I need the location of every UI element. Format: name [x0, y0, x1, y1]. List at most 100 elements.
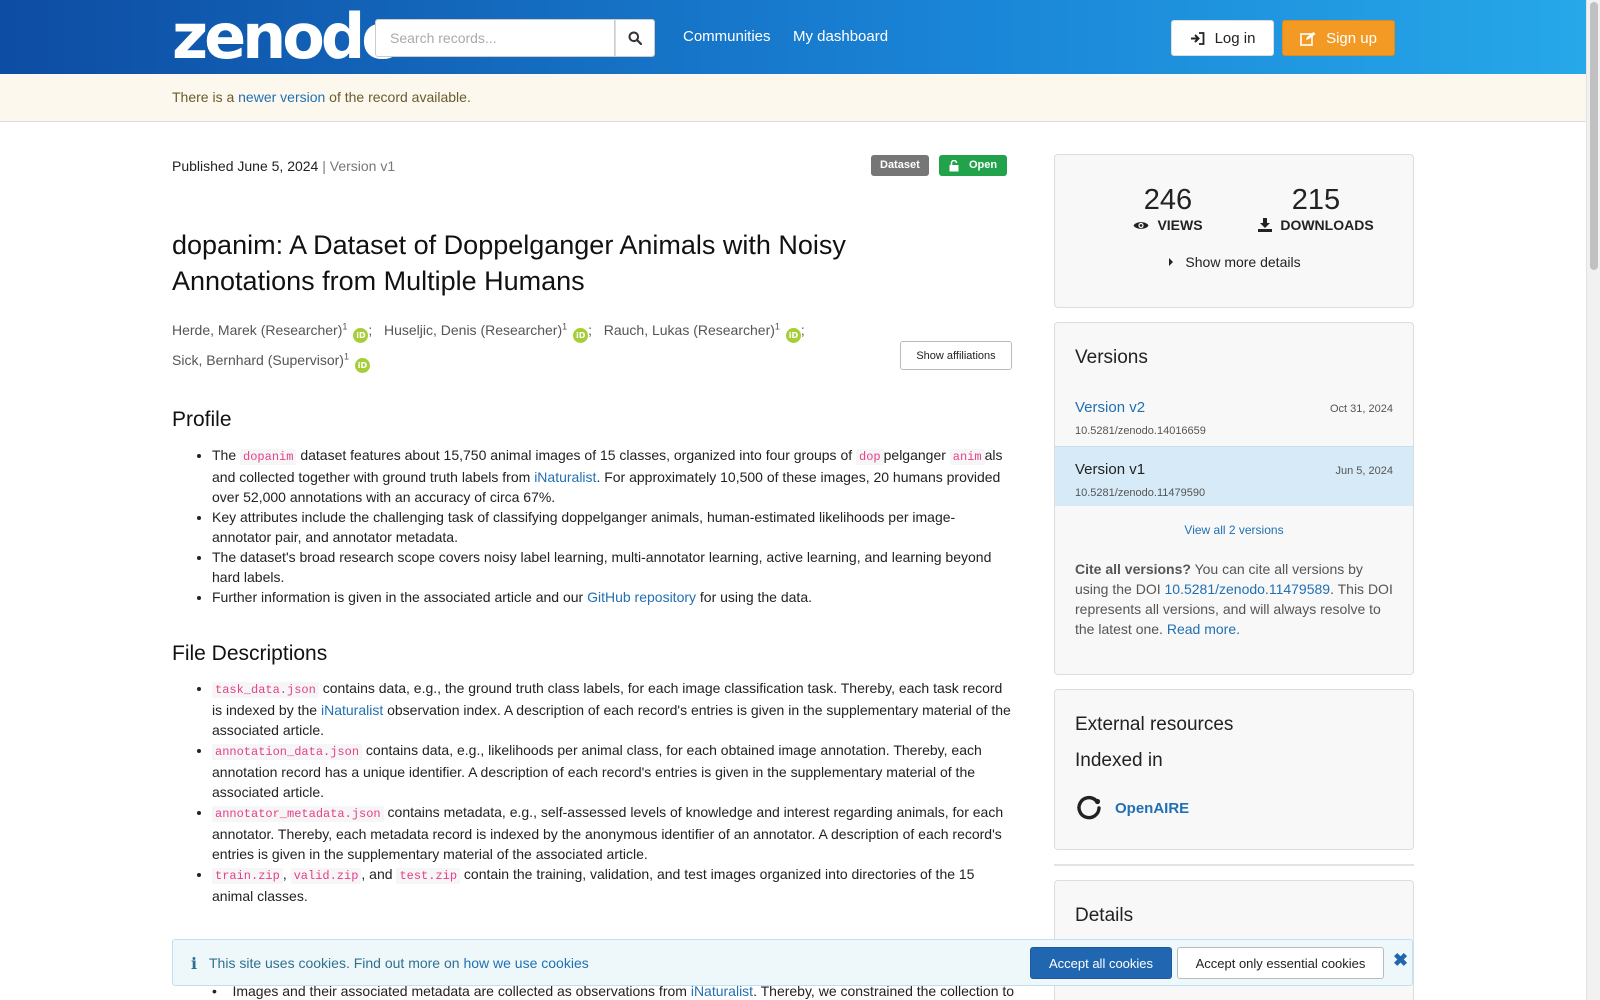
- accept-all-cookies-button[interactable]: Accept all cookies: [1030, 947, 1172, 979]
- cite-all-versions: Cite all versions? You can cite all vers…: [1075, 561, 1393, 637]
- orcid-icon[interactable]: iD: [354, 358, 370, 374]
- downloads-stat: 215 DOWNLOADS: [1251, 185, 1381, 233]
- access-badge: Open: [939, 155, 1007, 176]
- list-item: Key attributes include the challenging t…: [212, 507, 1012, 547]
- author-list: Herde, Marek (Researcher)1iD; Huseljic, …: [172, 313, 832, 374]
- openaire-icon: [1077, 795, 1101, 820]
- inaturalist-link[interactable]: iNaturalist: [321, 702, 383, 718]
- resource-type-badge: Dataset: [871, 155, 929, 176]
- orcid-icon[interactable]: iD: [785, 327, 801, 343]
- views-count: 246: [1143, 184, 1193, 216]
- show-more-details-label: Show more details: [1185, 254, 1301, 270]
- inline-code: dopanim: [240, 449, 297, 465]
- newer-version-link[interactable]: newer version: [238, 89, 325, 105]
- affiliation-number: 1: [342, 321, 348, 331]
- downloads-label: DOWNLOADS: [1280, 217, 1374, 233]
- list-item: annotation_data.json contains data, e.g.…: [212, 740, 1012, 802]
- record-title: dopanim: A Dataset of Doppelganger Anima…: [172, 230, 846, 296]
- version-link[interactable]: Version v2: [1075, 399, 1145, 416]
- external-resources-heading: External resources: [1075, 714, 1234, 735]
- inline-code: train.zip: [212, 868, 283, 884]
- search-button[interactable]: [615, 19, 655, 57]
- author[interactable]: Rauch, Lukas (Researcher)1 iD;: [603, 321, 805, 343]
- info-icon: i: [191, 954, 198, 973]
- openaire-label: OpenAIRE: [1115, 799, 1190, 817]
- nav-my-dashboard[interactable]: My dashboard: [793, 28, 888, 45]
- inaturalist-link[interactable]: iNaturalist: [534, 469, 596, 485]
- version-date: Jun 5, 2024: [1335, 465, 1394, 477]
- author[interactable]: Huseljic, Denis (Researcher)1 iD;: [384, 321, 593, 343]
- inline-code: annotation_data.json: [212, 744, 363, 760]
- inline-code: anim: [949, 449, 985, 465]
- github-repository-link[interactable]: GitHub repository: [587, 589, 696, 605]
- site-header: zenodo Communities My dashboard Log in S…: [0, 0, 1586, 74]
- author-name: Rauch, Lukas (Researcher): [603, 321, 775, 338]
- author[interactable]: Herde, Marek (Researcher)1 iD;: [172, 321, 373, 343]
- list-item: The dataset's broad research scope cover…: [212, 547, 1012, 587]
- search-bar: [375, 19, 655, 57]
- banner-text: There is a newer version of the record a…: [172, 89, 471, 105]
- external-resources-card: External resources Indexed in OpenAIRE: [1054, 689, 1414, 850]
- author-name: Herde, Marek (Researcher): [172, 321, 343, 338]
- search-input[interactable]: [375, 19, 615, 57]
- view-all-versions-link[interactable]: View all 2 versions: [1055, 523, 1413, 537]
- cookie-policy-link[interactable]: how we use cookies: [463, 955, 588, 971]
- banner-suffix: of the record available.: [325, 89, 471, 105]
- divider: [1054, 864, 1414, 866]
- zenodo-logo[interactable]: zenodo: [172, 6, 404, 68]
- affiliation-number: 1: [343, 351, 349, 362]
- login-label: Log in: [1214, 29, 1256, 47]
- version-label: | Version v1: [318, 158, 396, 174]
- list-item: Further information is given in the asso…: [212, 587, 1012, 607]
- orcid-icon[interactable]: iD: [573, 327, 589, 343]
- page-scrollbar[interactable]: [1586, 0, 1600, 1000]
- views-label: VIEWS: [1157, 217, 1203, 233]
- author-separator: ;: [800, 321, 805, 338]
- version-row[interactable]: Version v2 Oct 31, 2024 10.5281/zenodo.1…: [1055, 385, 1413, 445]
- versions-heading: Versions: [1075, 347, 1148, 368]
- versions-card: Versions Version v2 Oct 31, 2024 10.5281…: [1054, 322, 1414, 675]
- file-descriptions-list: task_data.json contains data, e.g., the …: [212, 678, 1012, 906]
- unlock-icon: [949, 159, 959, 171]
- version-date: Oct 31, 2024: [1330, 403, 1393, 415]
- version-row-current[interactable]: Version v1 Jun 5, 2024 10.5281/zenodo.11…: [1055, 446, 1413, 506]
- newer-version-banner: There is a newer version of the record a…: [0, 74, 1586, 122]
- banner-prefix: There is a: [172, 89, 239, 105]
- cite-heading: Cite all versions?: [1075, 561, 1191, 577]
- caret-right-icon: [1169, 258, 1174, 266]
- nav-communities[interactable]: Communities: [683, 28, 771, 45]
- login-button[interactable]: Log in: [1171, 20, 1274, 56]
- concept-doi-link[interactable]: 10.5281/zenodo.11479589: [1165, 581, 1331, 597]
- search-icon: [628, 31, 642, 45]
- inline-code: task_data.json: [212, 682, 319, 698]
- accept-essential-cookies-button[interactable]: Accept only essential cookies: [1177, 947, 1384, 979]
- openaire-link[interactable]: OpenAIRE: [1075, 794, 1189, 822]
- list-item: The dopanim dataset features about 15,75…: [212, 445, 1012, 507]
- author-separator: ;: [368, 321, 373, 338]
- cookie-message: This site uses cookies. Find out more on…: [209, 955, 589, 971]
- profile-list: The dopanim dataset features about 15,75…: [212, 445, 1012, 607]
- close-icon[interactable]: ✖: [1393, 950, 1408, 971]
- stats-card: 246 VIEWS 215 DOWNLOADS Show more detail…: [1054, 154, 1414, 308]
- inline-code: dop: [856, 449, 884, 465]
- read-more-link[interactable]: Read more.: [1167, 621, 1240, 637]
- author-separator: ;: [588, 321, 593, 338]
- signup-button[interactable]: Sign up: [1282, 20, 1395, 56]
- show-more-details-toggle[interactable]: Show more details: [1055, 254, 1413, 270]
- version-doi: 10.5281/zenodo.11479590: [1075, 487, 1206, 499]
- list-item: annotator_metadata.json contains metadat…: [212, 802, 1012, 864]
- details-heading: Details: [1075, 905, 1134, 926]
- profile-heading: Profile: [172, 408, 232, 431]
- version-doi: 10.5281/zenodo.14016659: [1075, 425, 1206, 437]
- author[interactable]: Sick, Bernhard (Supervisor)1 iD: [172, 351, 370, 374]
- views-stat: 246 VIEWS: [1118, 185, 1218, 233]
- scrollbar-thumb[interactable]: [1590, 2, 1598, 270]
- edit-icon: [1300, 31, 1316, 46]
- indexed-in-heading: Indexed in: [1075, 750, 1163, 771]
- list-item: train.zip, valid.zip, and test.zip conta…: [212, 864, 1012, 906]
- show-affiliations-button[interactable]: Show affiliations: [900, 341, 1012, 370]
- orcid-icon[interactable]: iD: [353, 327, 369, 343]
- inline-code: annotator_metadata.json: [212, 806, 384, 822]
- access-label: Open: [968, 159, 998, 171]
- author-name: Sick, Bernhard (Supervisor): [172, 352, 344, 369]
